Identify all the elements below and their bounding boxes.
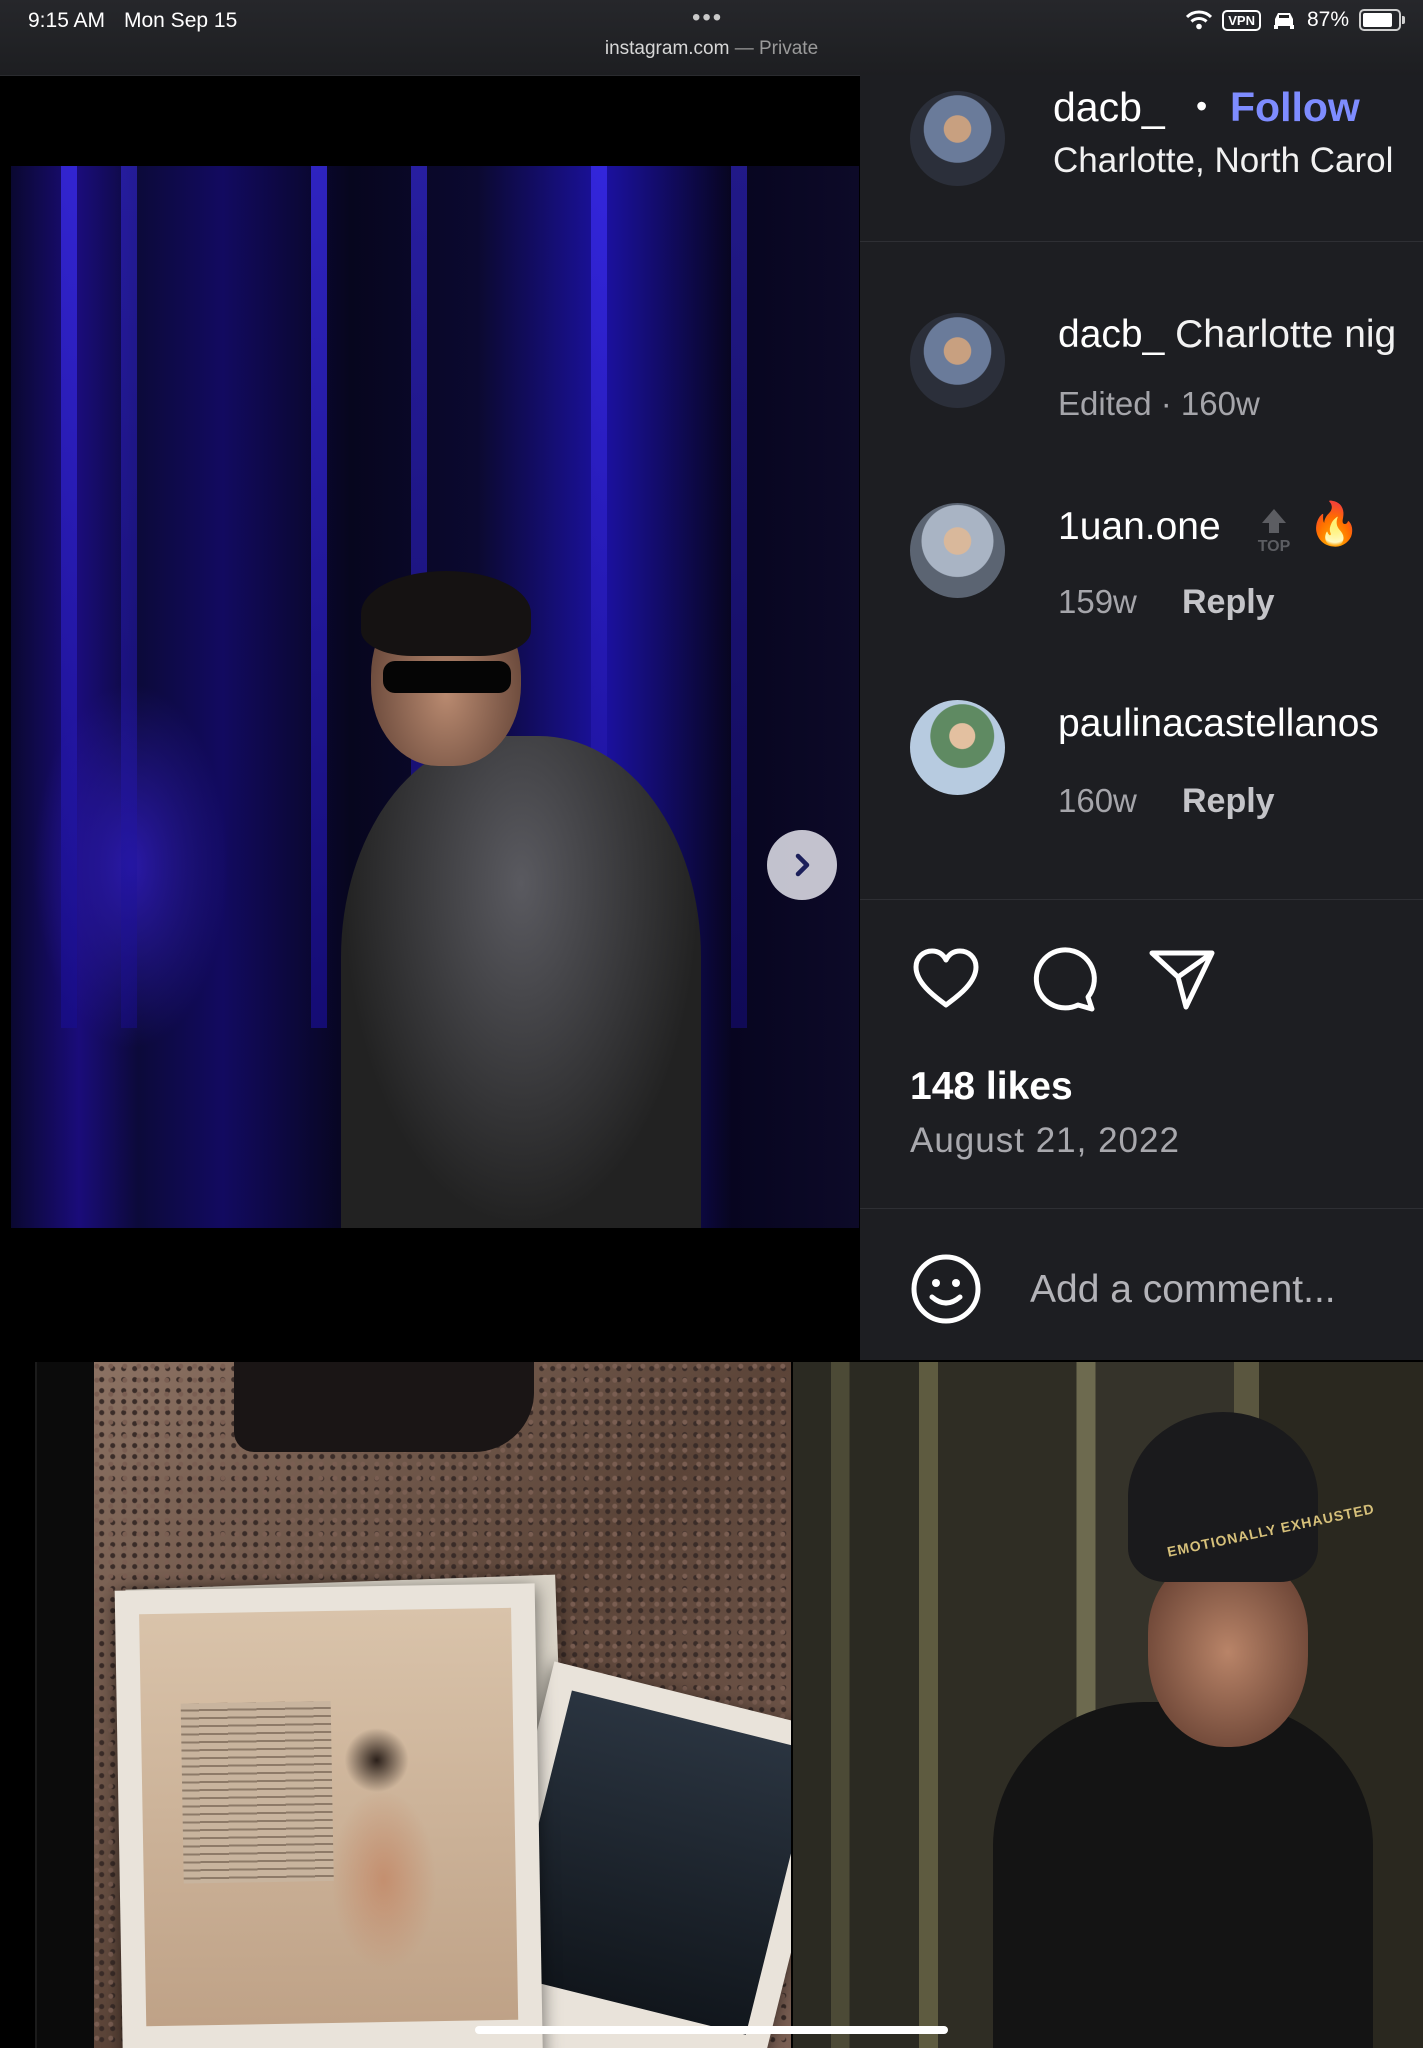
battery-percent: 87% <box>1306 8 1349 31</box>
post-location[interactable]: Charlotte, North Carol <box>1053 141 1393 181</box>
comment-icon[interactable] <box>1028 943 1100 1015</box>
post-date: August 21, 2022 <box>910 1121 1180 1160</box>
photo-subject <box>341 736 701 1228</box>
battery-icon <box>1359 9 1405 31</box>
avatar[interactable] <box>910 503 1005 598</box>
vpn-icon: VPN <box>1222 9 1261 31</box>
url-domain: instagram.com <box>604 38 730 59</box>
likes-count[interactable]: 148 likes <box>910 1065 1073 1109</box>
divider <box>860 899 1423 900</box>
caption-username[interactable]: dacb_ <box>1058 313 1164 356</box>
comment-input[interactable] <box>1028 1259 1412 1321</box>
divider <box>860 1208 1423 1209</box>
status-time: 9:15 AM <box>28 9 106 32</box>
heart-icon[interactable] <box>910 943 982 1015</box>
fire-emoji: 🔥 <box>1308 500 1361 547</box>
top-badge-icon: TOP <box>1258 509 1291 555</box>
car-icon <box>1273 13 1294 29</box>
multitask-dots-icon[interactable]: ••• <box>692 4 723 32</box>
reply-button[interactable]: Reply <box>1182 583 1275 622</box>
caption-text: Charlotte nig <box>1175 313 1397 356</box>
svg-text:TOP: TOP <box>1258 538 1291 555</box>
avatar[interactable] <box>910 700 1005 795</box>
grid-thumbnail-edge[interactable] <box>35 1362 97 2048</box>
post-author-username[interactable]: dacb_ <box>1053 84 1165 131</box>
share-icon[interactable] <box>1146 943 1218 1015</box>
status-date: Mon Sep 15 <box>124 9 238 32</box>
comment-username[interactable]: paulinacastellanos <box>1058 702 1379 746</box>
carousel-next-button[interactable] <box>767 830 837 900</box>
chevron-right-icon <box>795 853 810 877</box>
grid-thumbnail[interactable] <box>94 1362 791 2048</box>
caption: dacb_ Charlotte nig <box>1058 313 1396 357</box>
avatar[interactable] <box>910 91 1005 186</box>
post-details-panel: dacb_ • Follow Charlotte, North Carol da… <box>860 75 1423 1360</box>
private-label: — Private <box>734 38 819 59</box>
divider <box>860 241 1423 242</box>
comment-age: 159w <box>1058 583 1137 620</box>
avatar[interactable] <box>910 313 1005 408</box>
address-bar[interactable]: instagram.com — Private <box>0 38 1423 60</box>
status-indicators: VPN 87% <box>1186 8 1405 32</box>
separator-dot: • <box>1196 88 1208 124</box>
grid-thumbnail[interactable]: EMOTIONALLY EXHAUSTED <box>793 1362 1423 2048</box>
comment-age: 160w <box>1058 782 1137 819</box>
home-indicator[interactable] <box>475 2026 948 2034</box>
follow-button[interactable]: Follow <box>1230 84 1360 131</box>
reply-button[interactable]: Reply <box>1182 782 1275 821</box>
smiley-icon[interactable] <box>910 1253 982 1325</box>
wifi-icon <box>1186 10 1213 30</box>
status-bar: 9:15 AM Mon Sep 15 ••• instagram.com — P… <box>0 0 1423 76</box>
comment-username[interactable]: 1uan.one <box>1058 505 1221 549</box>
caption-meta: Edited · 160w <box>1058 385 1260 422</box>
post-photo[interactable] <box>11 166 859 1228</box>
